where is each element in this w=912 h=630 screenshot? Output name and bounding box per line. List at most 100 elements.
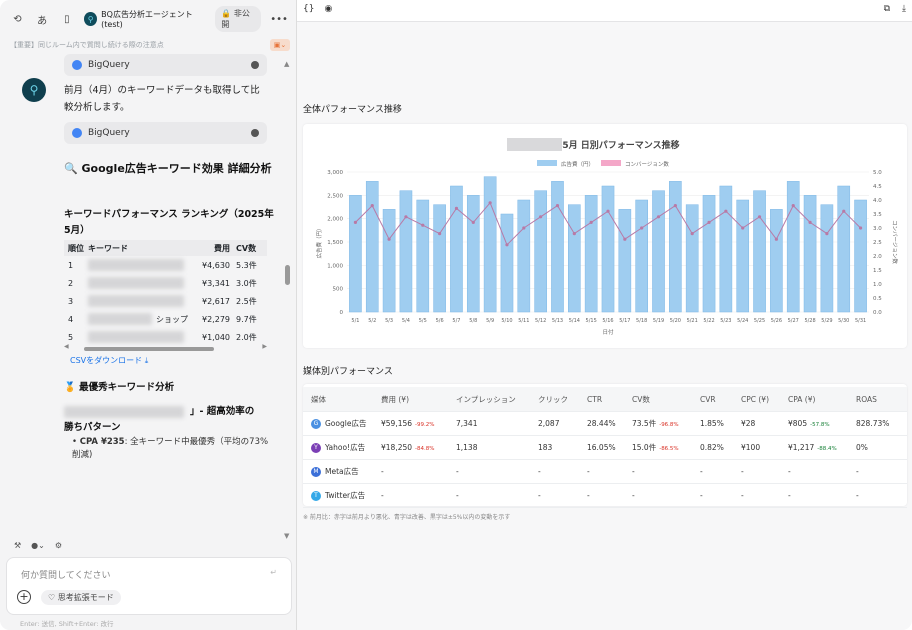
notice-text[interactable]: 【重要】同じルーム内で質問し続ける際の注意点 [10,40,164,50]
user-menu-icon[interactable]: ●⌄ [31,541,45,550]
x-tick-label: 5/10 [501,318,512,324]
y-tick-label: 2,000 [327,217,343,223]
translate-icon[interactable]: あ [35,11,50,27]
agent-selector[interactable]: ⚲ BQ広告分析エージェント(test) [84,9,205,29]
cv-val: - [632,491,635,500]
bar [803,195,817,313]
bar [534,190,547,313]
tools-icon[interactable]: ⚒ [14,541,21,550]
section-media: 媒体別パフォーマンス [303,367,393,377]
tool-call-bigquery-2[interactable]: BigQuery [64,122,267,144]
cost-val: - [381,491,384,500]
cpc-cell: ¥100 [741,443,761,452]
media-name: Meta広告 [325,467,359,476]
rank-cell: 4 [68,314,74,324]
cv-point [421,223,425,227]
y-tick-label: 1,000 [327,263,343,269]
x-tick-label: 5/26 [771,318,782,324]
bar [820,204,834,313]
settings-icon[interactable]: ⚙ [55,541,62,550]
csv-download-link[interactable]: CSVをダウンロード ⤓ [70,355,148,366]
blurred-title-prefix [507,138,562,151]
table-row: 3 ¥2,617 2.5件 [64,292,267,310]
legend-swatch-line [601,160,621,166]
expand-icon[interactable] [251,129,259,137]
cv-delta: -86.5% [659,446,679,452]
scroll-up-icon[interactable]: ▲ [284,60,289,68]
keyword-cell [88,295,188,307]
bar [685,204,699,313]
col-cvr: CVR [700,394,716,404]
x-tick-label: 5/8 [469,318,477,324]
cv-point [656,215,661,219]
table-row: 5 ¥1,040 2.0件 [64,328,267,346]
cv-point [370,204,374,208]
send-icon[interactable]: ↵ [270,568,277,577]
cv-cell: - [632,491,700,500]
chat-scrollbar[interactable]: ▲ ▼ [284,60,292,540]
col-cpc: CPC (¥) [741,394,770,404]
panel-toggle[interactable]: ▣⌄ [270,39,290,51]
rank-cell: 5 [68,332,74,342]
cv-point [454,206,459,210]
x-tick-label: 5/25 [754,318,765,324]
cv-point [555,204,560,208]
ctr-cell: 28.44% [587,419,616,428]
blurred-keyword [88,277,184,289]
x-tick-label: 5/31 [855,318,866,324]
agent-avatar-icon: ⚲ [84,12,98,26]
cpa-delta: -57.8% [810,422,830,428]
thinking-mode-button[interactable]: ♡ 思考拡張モード [41,590,121,605]
cpa-cell: ¥805 -57.8% [788,419,856,428]
table-hscrollbar[interactable]: ◀ ▶ [64,343,267,353]
cost-cell: - [381,491,456,500]
bullet-item: • CPA ¥235: 全キーワード中最優秀（平均の73%削減) [72,437,269,460]
cv-point [808,220,812,224]
y-tick-label: 2,500 [327,193,343,199]
bar [450,185,463,313]
add-attachment-button[interactable]: + [17,590,31,604]
bar [854,199,867,313]
input-hint: Enter: 送信, Shift+Enter: 改行 [20,620,114,628]
scroll-thumb[interactable] [285,265,290,285]
cv-point [858,226,863,230]
scroll-down-icon[interactable]: ▼ [284,532,289,540]
bookmark-icon[interactable]: ▯ [60,11,75,27]
best-keyword-sub: 」- 超高効率の [64,404,274,420]
y2-tick-label: 2.5 [873,240,882,246]
chat-input[interactable]: 何か質問してください [21,568,110,581]
rank-cell: 1 [68,260,74,270]
more-icon[interactable]: ••• [270,11,288,27]
cv-point [522,226,526,230]
cpa-delta: -88.4% [817,446,837,452]
media-logo-icon: M [311,466,321,477]
table-header: 順位 キーワード 費用 CV数 [64,240,267,256]
cv-point [589,220,593,224]
y2-tick-label: 4.0 [873,198,882,204]
keyword-table: 順位 キーワード 費用 CV数 1 ¥4,630 5.3件 2 ¥3,341 3.… [64,240,267,346]
cpa-cell: - [788,491,856,500]
cv-point [471,220,475,224]
media-logo-icon: T [311,490,321,501]
col-imp: インプレッション [456,394,516,404]
media-row: T Twitter広告 - - - - - - - - - [303,484,907,508]
history-icon[interactable]: ⟲ [10,11,25,27]
cv-point [539,215,543,219]
visibility-badge[interactable]: 🔒 非公開 [215,6,262,32]
expand-icon[interactable] [251,61,259,69]
cpa-val: - [788,467,791,476]
x-tick-label: 5/11 [518,318,529,324]
bar [517,199,531,313]
bar [551,181,564,313]
legend-label-bar: 広告費（円） [561,160,594,168]
chat-topbar: ⟲ あ ▯ ⚲ BQ広告分析エージェント(test) 🔒 非公開 ••• [0,0,297,38]
cv-point [387,237,391,241]
tool-call-bigquery-1[interactable]: BigQuery [64,54,267,76]
roas-cell: 0% [856,443,868,452]
bot-avatar-icon: ⚲ [22,78,46,102]
tool-label: BigQuery [88,60,130,70]
tool-label: BigQuery [88,128,130,138]
imp-cell: - [456,467,459,476]
assistant-message: 前月（4月）のキーワードデータも取得して比較分析します。 [64,85,260,113]
cv-point [707,220,711,224]
